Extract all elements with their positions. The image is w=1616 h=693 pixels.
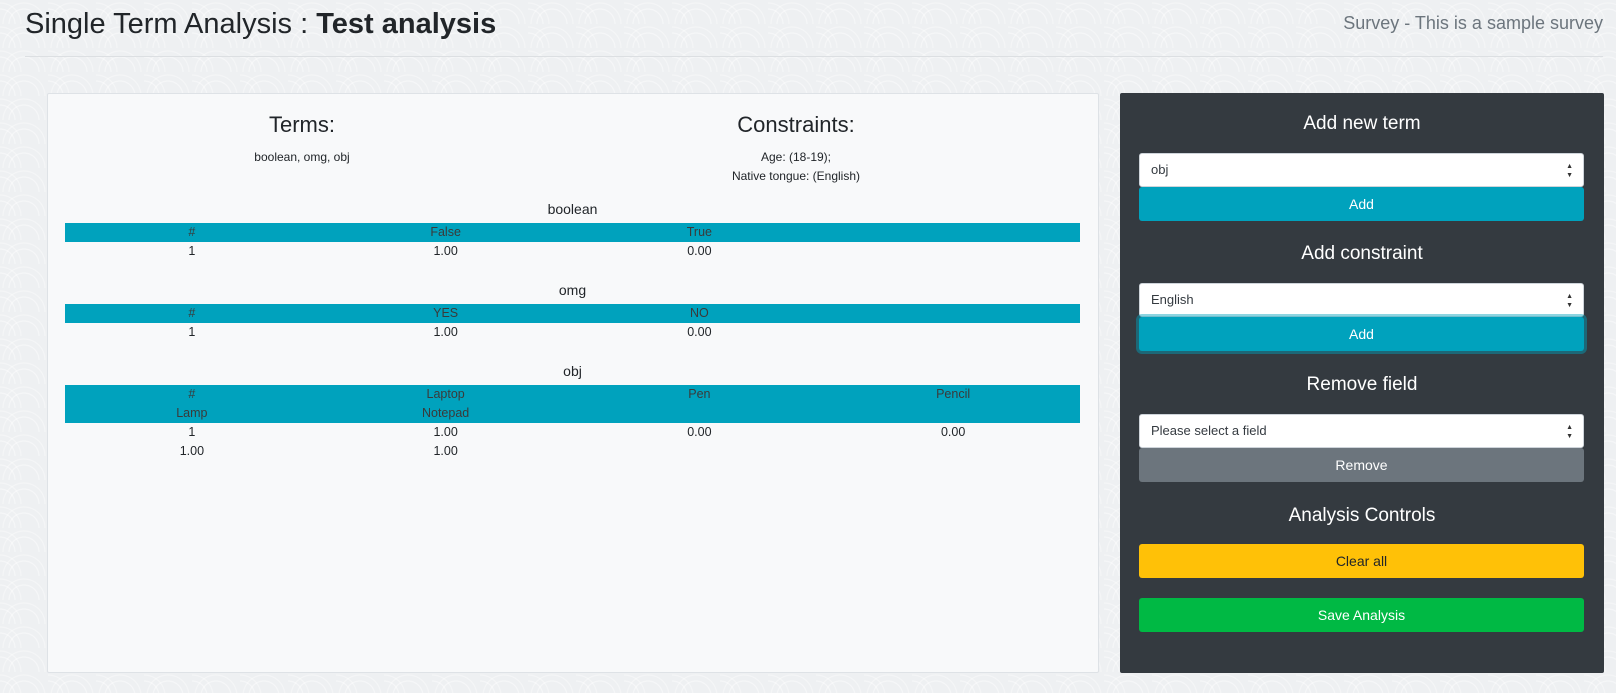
add-constraint-title: Add constraint [1301, 243, 1423, 264]
page-title-prefix: Single Term Analysis : [25, 8, 317, 40]
table-cell: 1.00 [433, 425, 458, 439]
analysis-name: Test analysis [316, 8, 497, 40]
table-row: 1 1.00 0.00 0.00 [65, 423, 1080, 442]
table-cell: 1 [188, 425, 196, 439]
term-select[interactable]: obj ▲ ▼ [1139, 153, 1584, 187]
table-cell: 0.00 [687, 244, 712, 258]
constraint-select-value: English [1151, 292, 1194, 307]
table-header-row: # Laptop Pen Pencil [65, 385, 1080, 404]
add-term-button[interactable]: Add [1139, 187, 1584, 221]
add-term-title: Add new term [1303, 113, 1421, 134]
survey-label: Survey - This is a sample survey [1343, 13, 1603, 33]
page-header: Single Term Analysis : Test analysis Sur… [25, 0, 1603, 57]
table-header: # False True [65, 223, 1080, 242]
column-header: Notepad [421, 406, 470, 420]
table-cell [573, 442, 827, 461]
column-header: NO [690, 306, 709, 320]
table-row: 1 1.00 0.00 [65, 242, 1080, 261]
table-header-row: # YES NO [65, 304, 1080, 323]
constraint-line: Native tongue: (English) [731, 169, 861, 183]
column-header [826, 404, 1080, 423]
terms-summary: Terms: boolean, omg, obj [48, 112, 556, 167]
table-cell: 0.00 [687, 325, 712, 339]
table-cell: 1.00 [179, 444, 205, 458]
column-header [826, 304, 1080, 323]
table-cell: 0.00 [687, 425, 712, 439]
column-header [826, 223, 1080, 242]
terms-heading: Terms: [269, 112, 335, 137]
clear-all-button[interactable]: Clear all [1139, 544, 1584, 578]
table-cell [826, 242, 1080, 261]
table-cell: 0.00 [940, 425, 966, 439]
term-table-omg: omg # YES NO 1 1.00 0.00 [65, 280, 1080, 342]
table-row: 1 1.00 0.00 [65, 323, 1080, 342]
table-cell: 1 [188, 325, 196, 339]
table-cell [826, 323, 1080, 342]
remove-field-title: Remove field [1306, 374, 1418, 395]
updown-caret-icon: ▲ ▼ [1566, 163, 1573, 179]
term-name: boolean [547, 201, 598, 217]
column-header: False [430, 225, 461, 239]
constraints-summary: Constraints: Age: (18-19); Native tongue… [542, 112, 1050, 186]
column-header: Pencil [936, 387, 971, 401]
term-select-value: obj [1151, 162, 1169, 177]
analysis-controls-title: Analysis Controls [1288, 505, 1436, 526]
page-title: Single Term Analysis : Test analysis [25, 8, 496, 41]
remove-field-placeholder: Please select a field [1151, 423, 1267, 438]
remove-field-select[interactable]: Please select a field ▲ ▼ [1139, 414, 1584, 448]
terms-list: boolean, omg, obj [254, 150, 350, 164]
term-name: obj [563, 363, 582, 379]
table-cell: 1.00 [433, 325, 458, 339]
term-name: omg [558, 282, 587, 298]
constraints-heading: Constraints: [737, 112, 855, 137]
table-header: # YES NO [65, 304, 1080, 323]
term-table-boolean: boolean # False True 1 1.00 0.00 [65, 199, 1080, 261]
term-table-obj: obj # Laptop Pen Pencil Lamp Notepad 1 1… [65, 361, 1080, 461]
remove-field-button[interactable]: Remove [1139, 448, 1584, 482]
add-constraint-button[interactable]: Add [1139, 317, 1584, 351]
table-header: # Laptop Pen Pencil Lamp Notepad [65, 385, 1080, 423]
analysis-results-panel: Terms: boolean, omg, obj Constraints: Ag… [47, 93, 1099, 673]
column-header [573, 404, 827, 423]
save-analysis-button[interactable]: Save Analysis [1139, 598, 1584, 632]
column-header: # [188, 387, 196, 401]
table-header-row: # False True [65, 223, 1080, 242]
constraint-select[interactable]: English ▲ ▼ [1139, 283, 1584, 317]
table-cell [826, 442, 1080, 461]
updown-caret-icon: ▲ ▼ [1566, 424, 1573, 440]
analysis-sidebar: Add new term obj ▲ ▼ Add Add constraint E… [1120, 93, 1604, 673]
updown-caret-icon: ▲ ▼ [1566, 293, 1573, 309]
column-header: Pen [688, 387, 711, 401]
column-header: True [686, 225, 712, 239]
column-header: # [188, 225, 196, 239]
column-header: YES [433, 306, 459, 320]
table-row: 1.00 1.00 [65, 442, 1080, 461]
column-header: # [188, 306, 196, 320]
column-header: Laptop [426, 387, 465, 401]
table-cell: 1 [188, 244, 196, 258]
table-cell: 1.00 [433, 444, 458, 458]
column-header: Lamp [176, 406, 208, 420]
constraint-line: Age: (18-19); [760, 150, 832, 164]
table-cell: 1.00 [433, 244, 458, 258]
table-header-row: Lamp Notepad [65, 404, 1080, 423]
